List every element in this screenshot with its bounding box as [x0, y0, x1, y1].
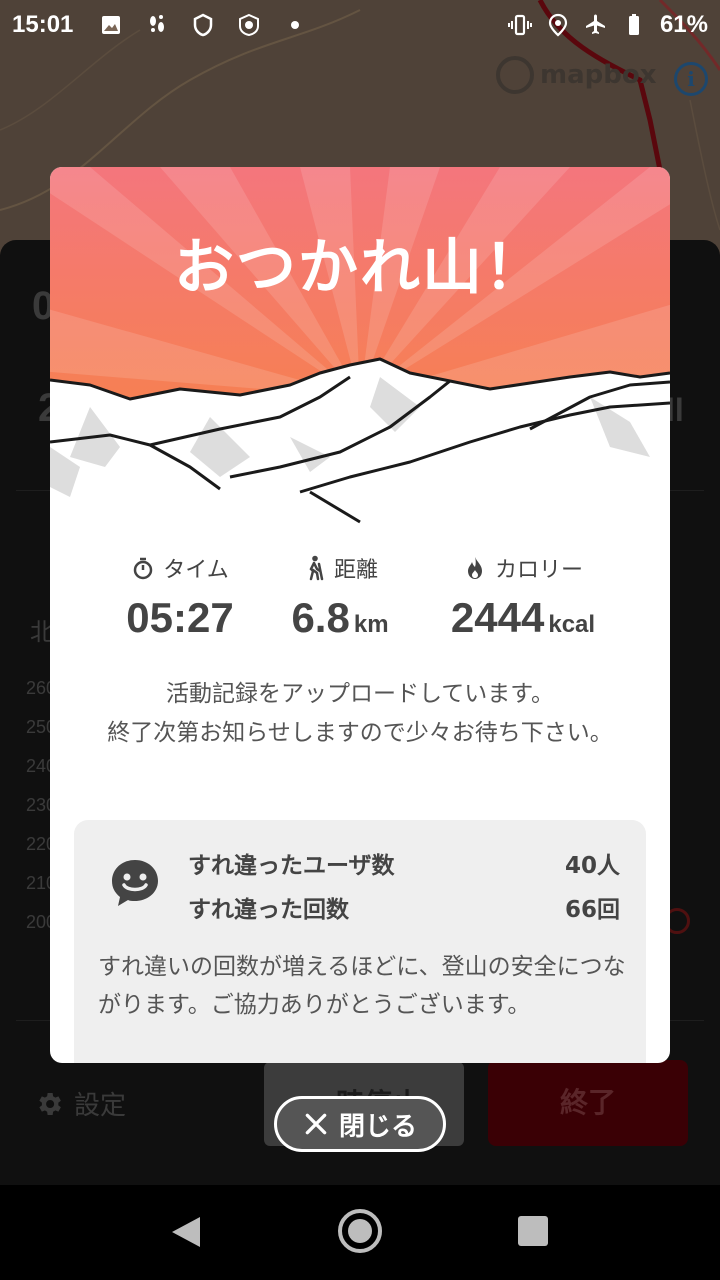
upload-message-line: 活動記録をアップロードしています。	[165, 681, 554, 707]
stat-calories: カロリー 2444 kcal	[438, 552, 608, 642]
dialog-title: おつかれ山！	[174, 233, 546, 303]
close-label: 閉じる	[338, 1111, 417, 1142]
stat-unit: kcal	[548, 611, 596, 638]
hero-banner: おつかれ山！	[50, 167, 670, 527]
battery-percent: 61%	[659, 11, 708, 38]
home-icon[interactable]	[338, 1209, 382, 1253]
system-icons: 61%	[507, 11, 708, 39]
hiker-icon	[309, 555, 324, 581]
recent-apps-icon[interactable]	[518, 1216, 548, 1246]
passing-users-row: すれ違ったユーザ数 40人	[188, 846, 620, 880]
gallery-icon	[102, 16, 121, 34]
smiley-chat-icon	[112, 860, 158, 906]
passing-count-value: 66回	[564, 897, 620, 923]
navigation-bar	[0, 1185, 720, 1280]
battery-icon	[628, 14, 639, 35]
passing-stats-box: すれ違ったユーザ数 40人 すれ違った回数 66回 すれ違いの回数が増えるほどに…	[74, 820, 646, 1063]
shield-icon	[194, 13, 213, 37]
close-button[interactable]: 閉じる	[274, 1096, 446, 1152]
completion-dialog: おつかれ山！ タイム 05:27 距離 6.8 km カロリー 2444 kca…	[50, 167, 670, 1063]
close-icon	[305, 1113, 327, 1135]
badge-icon	[239, 13, 260, 37]
stat-distance: 距離 6.8 km	[285, 552, 395, 642]
back-icon[interactable]	[170, 1215, 202, 1249]
stat-label: カロリー	[494, 558, 583, 583]
dot-icon	[291, 21, 300, 29]
passing-count-label: すれ違った回数	[188, 897, 349, 923]
stat-unit: km	[353, 611, 389, 638]
passing-users-label: すれ違ったユーザ数	[188, 853, 395, 879]
flame-icon	[467, 557, 482, 579]
notification-icons	[99, 13, 307, 37]
upload-message-line: 終了次第お知らせしますので少々お待ち下さい。	[107, 720, 613, 746]
passing-note: すれ違いの回数が増えるほどに、登山の安全につながります。ご協力ありがとうございま…	[98, 954, 626, 1018]
status-bar: 15:01 61%	[0, 0, 720, 50]
stat-value: 6.8	[291, 594, 350, 641]
footsteps-icon	[150, 15, 165, 32]
airplane-icon	[585, 14, 605, 34]
upload-message: 活動記録をアップロードしています。 終了次第お知らせしますので少々お待ち下さい。	[90, 675, 630, 753]
vibrate-icon	[507, 14, 532, 36]
location-icon	[548, 13, 568, 37]
passing-count-row: すれ違った回数 66回	[188, 890, 620, 924]
stat-label: 距離	[333, 558, 378, 583]
status-time: 15:01	[12, 11, 74, 38]
stopwatch-icon	[133, 557, 153, 580]
stat-value: 2444	[450, 594, 545, 641]
passing-users-value: 40人	[564, 853, 620, 879]
stat-value: 05:27	[126, 594, 234, 641]
stat-label: タイム	[163, 558, 229, 583]
stat-time: タイム 05:27	[120, 552, 240, 642]
